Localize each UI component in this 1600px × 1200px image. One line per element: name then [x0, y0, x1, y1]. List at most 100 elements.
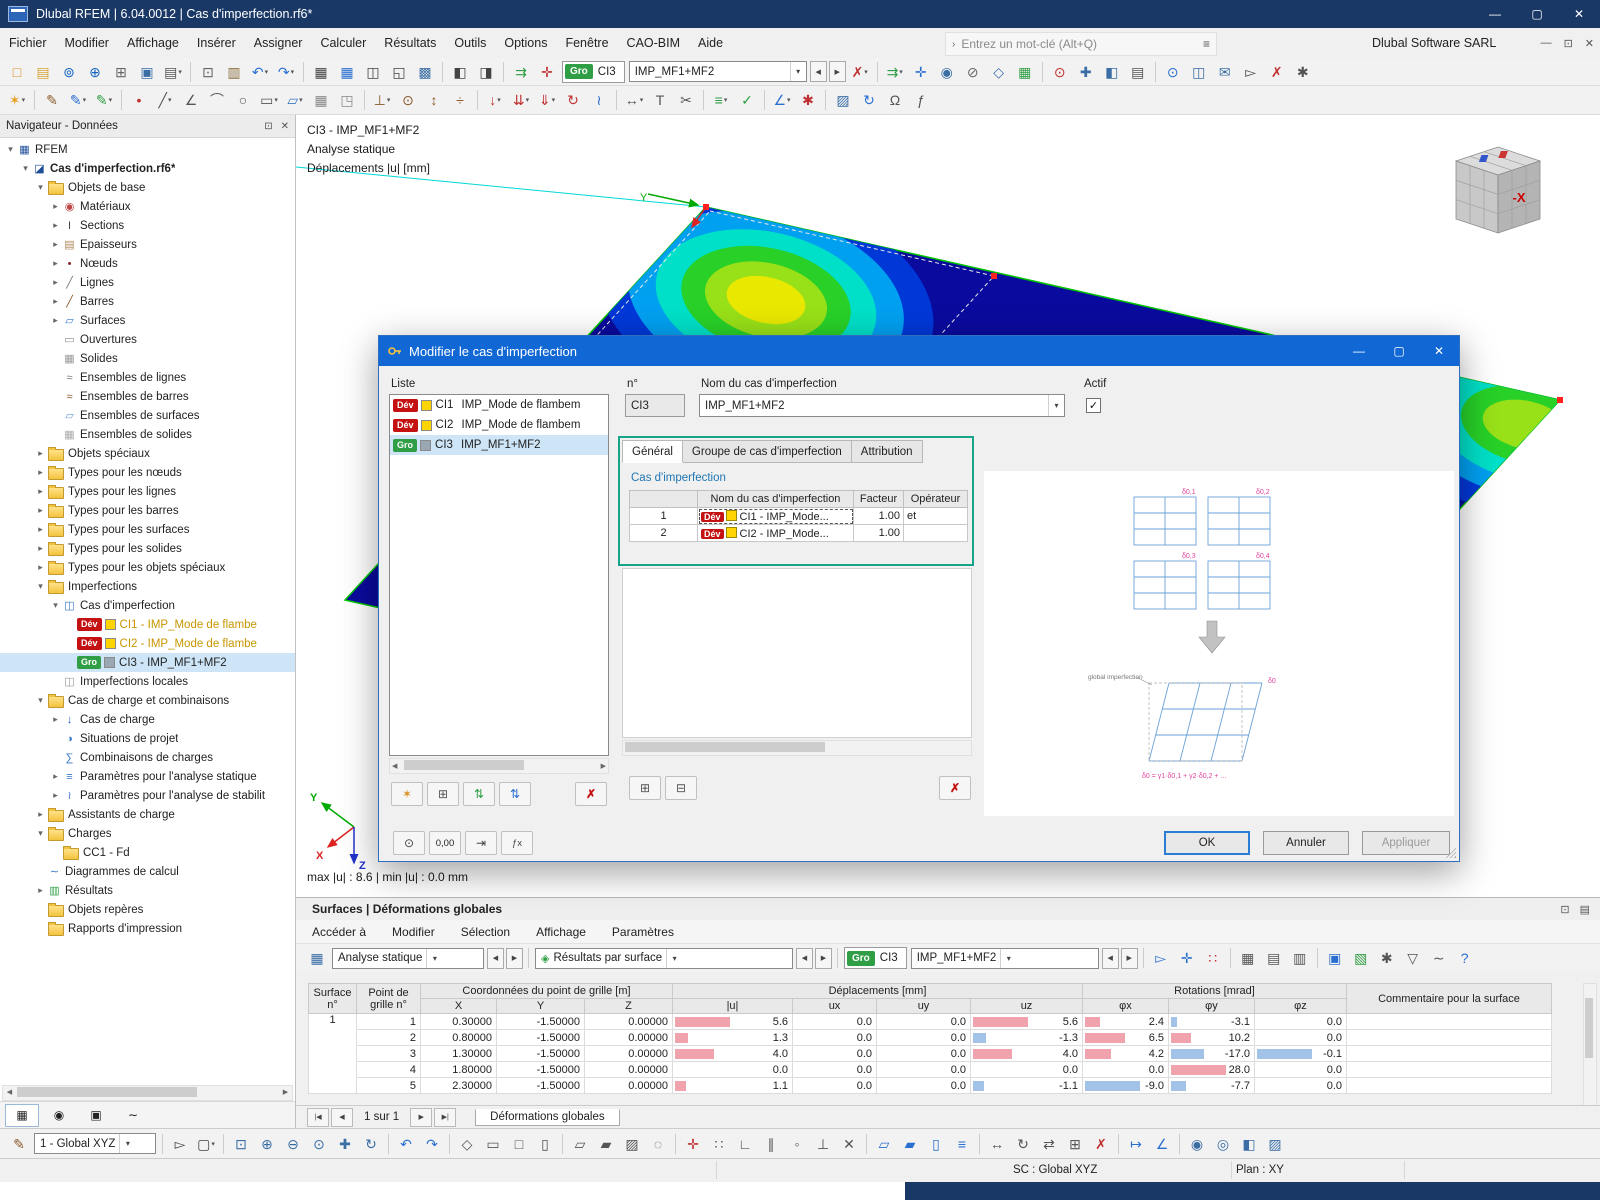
- tree-expander-icon[interactable]: ▸: [34, 543, 47, 554]
- case-name-combo[interactable]: IMP_MF1+MF2 ▾: [628, 61, 807, 82]
- check-model-button[interactable]: ✓: [735, 88, 759, 112]
- mirror-object-button[interactable]: ⇄: [1037, 1132, 1061, 1156]
- ux-value-cell[interactable]: 0.0: [792, 1061, 877, 1078]
- new-surface-button[interactable]: ▱ ▾: [283, 88, 307, 112]
- tree-item-paisseurs[interactable]: ▸ ▤ Épaisseurs: [0, 235, 295, 254]
- sheet-tab-deformations[interactable]: Déformations globales: [475, 1108, 620, 1126]
- previous-result-button[interactable]: ◀: [796, 947, 813, 969]
- scroll-right-icon[interactable]: ▶: [601, 762, 606, 770]
- snap-midpoint-button[interactable]: ◦: [785, 1132, 809, 1156]
- tree-expander-icon[interactable]: ▸: [34, 448, 47, 459]
- uy-value-cell[interactable]: 0.0: [876, 1029, 971, 1046]
- phix-value-cell[interactable]: 2.4: [1082, 1013, 1169, 1030]
- panel-menu-icon[interactable]: ▤: [1580, 903, 1590, 916]
- edit-surface-dropdown-icon[interactable]: ▾: [109, 96, 113, 104]
- results-menu-s-lection[interactable]: Sélection: [461, 925, 510, 939]
- coordinate-system-button[interactable]: ✎: [7, 1132, 31, 1156]
- print-view-button[interactable]: ▤: [1126, 60, 1150, 84]
- tree-expander-icon[interactable]: ▸: [49, 258, 62, 269]
- analysis-type-combo[interactable]: Analyse statique ▾: [332, 947, 484, 969]
- tree-expander-icon[interactable]: ▸: [49, 220, 62, 231]
- menu-r-sultats[interactable]: Résultats: [375, 28, 445, 58]
- member-division-button[interactable]: ÷: [448, 88, 472, 112]
- save-model-button[interactable]: ▣: [135, 60, 159, 84]
- uy-value-cell[interactable]: 0.0: [876, 1045, 971, 1062]
- navigator-horizontal-scrollbar[interactable]: ◀ ▶: [2, 1085, 293, 1101]
- phiz-value-cell[interactable]: 0.0: [1254, 1061, 1347, 1078]
- tree-expander-icon[interactable]: ▸: [34, 524, 47, 535]
- coordinate-x-cell[interactable]: 1.30000: [420, 1045, 497, 1062]
- case-name-cell[interactable]: Dév CI2 - IMP_Mode...: [697, 524, 854, 542]
- coordinate-y-cell[interactable]: -1.50000: [496, 1013, 585, 1030]
- display-properties-button[interactable]: ▨: [831, 88, 855, 112]
- new-hinge-button[interactable]: ⊙: [396, 88, 420, 112]
- sort-cases-button[interactable]: ⇅: [499, 782, 531, 806]
- new-rectangle-button[interactable]: ▭ ▾: [257, 88, 281, 112]
- undo-dropdown-icon[interactable]: ▾: [265, 68, 269, 76]
- results-vertical-scrollbar[interactable]: [1583, 983, 1597, 1108]
- uz-value-cell[interactable]: 0.0: [970, 1061, 1083, 1078]
- previous-case-button-2[interactable]: ◀: [1101, 947, 1119, 969]
- coordinate-z-cell[interactable]: 0.00000: [584, 1077, 673, 1094]
- tree-expander-icon[interactable]: ▸: [49, 239, 62, 250]
- navigator-float-icon[interactable]: ⊡: [264, 121, 272, 132]
- new-opening-button[interactable]: ◳: [335, 88, 359, 112]
- tree-item-rapports-d-impression[interactable]: Rapports d'impression: [0, 919, 295, 938]
- insert-row-button[interactable]: ⊞: [629, 776, 661, 800]
- render-mode-button[interactable]: ◧: [1237, 1132, 1261, 1156]
- tree-item-ensembles-de-lignes[interactable]: ≈ Ensembles de lignes: [0, 368, 295, 387]
- show-results-button[interactable]: ⇉ ▾: [883, 60, 907, 84]
- edit-line-button[interactable]: ✎ ▾: [66, 88, 90, 112]
- chevron-down-icon[interactable]: ▾: [1000, 948, 1016, 968]
- tree-item-ensembles-de-solides[interactable]: ▦ Ensembles de solides: [0, 425, 295, 444]
- tree-item-solides[interactable]: ▦ Solides: [0, 349, 295, 368]
- view-isometric-button[interactable]: ◇: [455, 1132, 479, 1156]
- phiz-value-cell[interactable]: 0.0: [1254, 1013, 1347, 1030]
- remove-row-button[interactable]: ⊟: [665, 776, 697, 800]
- dialog-maximize-icon[interactable]: ▢: [1379, 336, 1419, 366]
- display-wireframe-button[interactable]: ▱: [568, 1132, 592, 1156]
- results-menu-affichage[interactable]: Affichage: [536, 925, 586, 939]
- check-all-cases-button[interactable]: ⇅: [463, 782, 495, 806]
- tree-item-ci3-imp-mf1-mf2[interactable]: Gro CI3 - IMP_MF1+MF2: [0, 653, 295, 672]
- units-button[interactable]: Ω: [883, 88, 907, 112]
- tree-expander-icon[interactable]: ▸: [49, 201, 62, 212]
- printout-report-button[interactable]: ▥: [222, 60, 246, 84]
- result-values-button[interactable]: ✛: [909, 60, 933, 84]
- tree-item-cas-d-imperfection-rf6[interactable]: ▾ ◪ Cas d'imperfection.rf6*: [0, 159, 295, 178]
- results-table-row[interactable]: 3 1.30000 -1.50000 0.00000 4.0 0.0 0.0 4.0 4.2 -1…: [309, 1045, 1552, 1062]
- favorites-button[interactable]: ✶ ▾: [5, 88, 29, 112]
- section-cut-button[interactable]: ✂: [674, 88, 698, 112]
- results-table-row[interactable]: 1 1 0.30000 -1.50000 0.00000 5.6 0.0 0.0 5.6 2.4-…: [308, 1013, 1552, 1094]
- panel-toggle-button[interactable]: ◨: [474, 60, 498, 84]
- select-pointer-button[interactable]: ▻: [168, 1132, 192, 1156]
- new-line-button[interactable]: ╱ ▾: [153, 88, 177, 112]
- next-page-icon[interactable]: ▶: [410, 1107, 433, 1127]
- visibility-by-object-button[interactable]: ◎: [1211, 1132, 1235, 1156]
- apply-button[interactable]: Appliquer: [1362, 831, 1450, 855]
- list-horizontal-scrollbar[interactable]: ◀ ▶: [389, 758, 609, 774]
- menu-affichage[interactable]: Affichage: [118, 28, 188, 58]
- formula-button[interactable]: ƒ: [909, 88, 933, 112]
- chevron-down-icon[interactable]: ▾: [789, 62, 806, 81]
- delete-all-button[interactable]: ✗: [1265, 60, 1289, 84]
- new-polyline-button[interactable]: ∠: [179, 88, 203, 112]
- tree-item-ensembles-de-surfaces[interactable]: ▱ Ensembles de surfaces: [0, 406, 295, 425]
- u-value-cell[interactable]: 1.1: [672, 1077, 793, 1094]
- coordinate-x-cell[interactable]: 1.80000: [420, 1061, 497, 1078]
- table-excel-button[interactable]: ▧: [1349, 946, 1373, 970]
- phiy-value-cell[interactable]: 28.0: [1168, 1061, 1255, 1078]
- print-graphic-dropdown-icon[interactable]: ▾: [178, 68, 182, 76]
- search-input[interactable]: › Entrez un mot-clé (Alt+Q) ≡: [945, 32, 1217, 56]
- previous-page-icon[interactable]: ◀: [331, 1107, 353, 1127]
- zoom-detail-button[interactable]: ⊙: [393, 831, 425, 855]
- goto-table-button[interactable]: ▦: [1013, 60, 1037, 84]
- tree-item-ensembles-de-barres[interactable]: ≈ Ensembles de barres: [0, 387, 295, 406]
- work-plane-xy-button[interactable]: ▱: [872, 1132, 896, 1156]
- next-analysis-button[interactable]: ▶: [506, 947, 523, 969]
- measure-angle-button[interactable]: ∠: [1150, 1132, 1174, 1156]
- dialog-title-bar[interactable]: Modifier le cas d'imperfection — ▢ ✕: [379, 336, 1459, 366]
- move-view-button[interactable]: ✚: [1074, 60, 1098, 84]
- phix-value-cell[interactable]: -9.0: [1082, 1077, 1169, 1094]
- view-side-button[interactable]: ▯: [533, 1132, 557, 1156]
